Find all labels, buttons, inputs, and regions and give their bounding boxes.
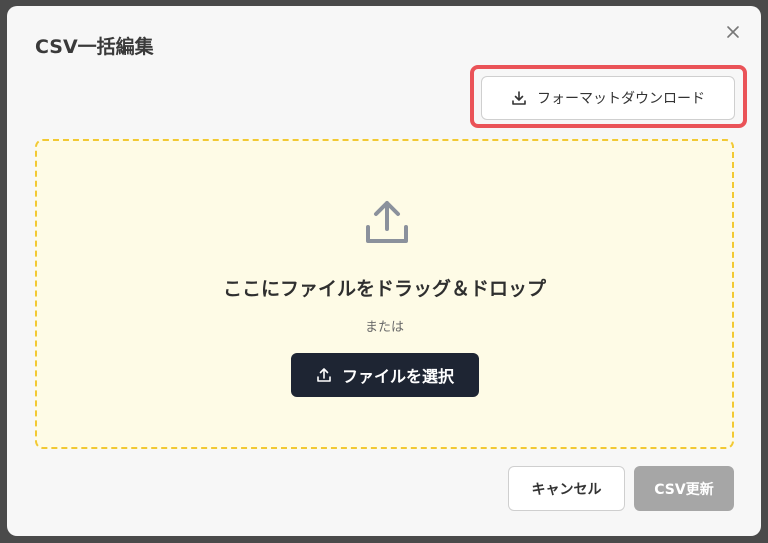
dropzone-or-text: または	[364, 320, 404, 335]
format-download-label: フォーマットダウンロード	[537, 91, 705, 107]
download-icon	[511, 90, 527, 106]
select-file-label: ファイルを選択	[341, 367, 454, 386]
upload-icon	[316, 367, 332, 383]
csv-bulk-edit-dialog: CSV一括編集 フォーマットダウンロード ここにファイルをドラッグ＆ドロップ ま…	[7, 6, 761, 536]
close-icon	[726, 25, 740, 39]
dropzone-prompt: ここにファイルをドラッグ＆ドロップ	[222, 278, 546, 300]
csv-update-label: CSV更新	[654, 481, 714, 498]
dialog-title: CSV一括編集	[35, 36, 154, 58]
cancel-label: キャンセル	[531, 481, 602, 498]
close-button[interactable]	[721, 20, 745, 44]
file-dropzone[interactable]: ここにファイルをドラッグ＆ドロップ または ファイルを選択	[35, 139, 734, 449]
format-download-button[interactable]: フォーマットダウンロード	[481, 76, 735, 120]
upload-icon	[362, 197, 412, 247]
csv-update-button[interactable]: CSV更新	[634, 466, 734, 511]
select-file-button[interactable]: ファイルを選択	[291, 353, 479, 397]
cancel-button[interactable]: キャンセル	[508, 466, 625, 511]
